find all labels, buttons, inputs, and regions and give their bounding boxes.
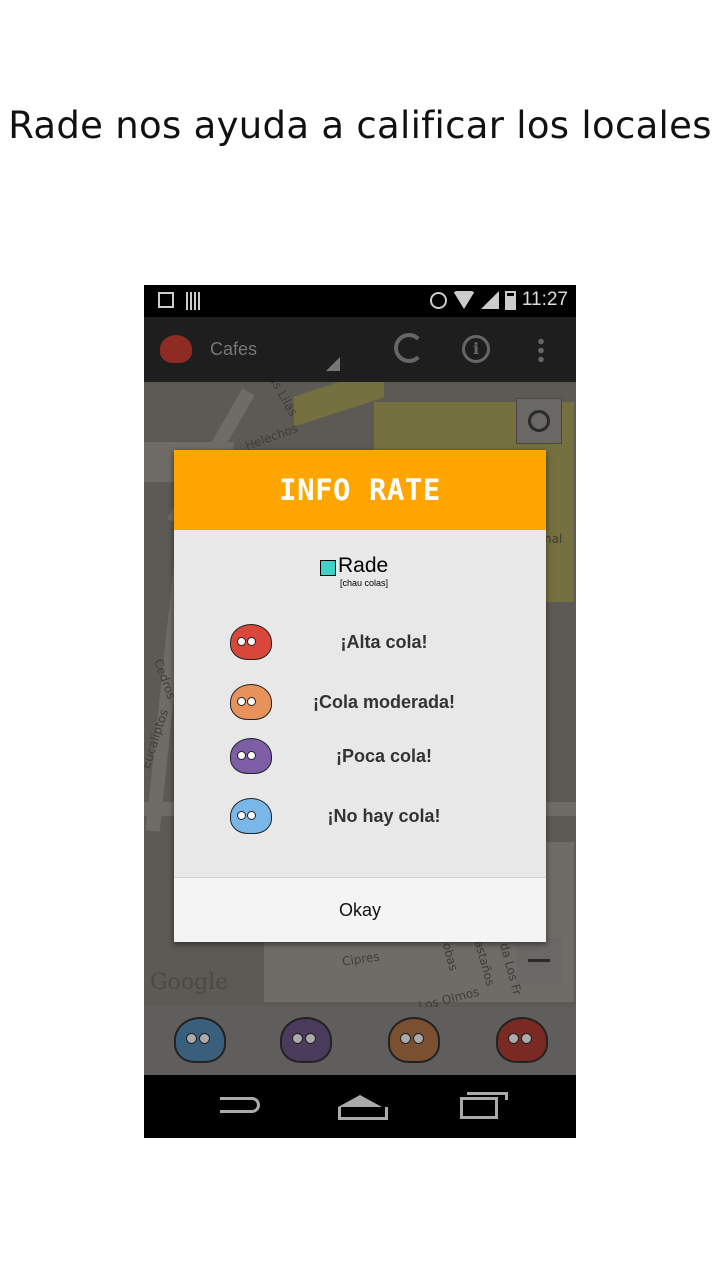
happy-blob-icon xyxy=(230,798,272,834)
legend-item: ¡Poca cola! xyxy=(174,738,546,778)
recents-icon[interactable] xyxy=(460,1092,508,1119)
back-icon[interactable] xyxy=(220,1097,260,1113)
my-location-button[interactable] xyxy=(516,398,562,444)
spinner-arrow-icon[interactable] xyxy=(326,357,340,371)
caption-text: Rade nos ayuda a calificar los locales xyxy=(8,104,712,147)
barcode-icon xyxy=(186,292,200,310)
signal-icon xyxy=(480,291,499,309)
legend-item: ¡Cola moderada! xyxy=(174,684,546,724)
dialog-title: INFO RATE xyxy=(174,450,546,530)
legend-label: ¡Cola moderada! xyxy=(312,692,456,712)
map-label: Helechos xyxy=(243,421,300,453)
wifi-icon xyxy=(452,291,475,309)
brand-name: Rade xyxy=(338,554,389,577)
sleepy-blob-icon xyxy=(230,738,272,774)
status-time: 11:27 xyxy=(521,289,568,310)
legend-label: ¡No hay cola! xyxy=(327,806,441,826)
legend-label: ¡Poca cola! xyxy=(335,746,433,766)
legend-item: ¡Alta cola! xyxy=(174,624,546,664)
overflow-menu-icon[interactable] xyxy=(538,337,544,363)
filter-moderate-queue-button[interactable] xyxy=(388,1017,440,1063)
google-watermark: Google xyxy=(150,970,229,995)
navigation-bar xyxy=(144,1075,576,1138)
okay-button[interactable]: Okay xyxy=(174,878,546,943)
filter-no-queue-button[interactable] xyxy=(174,1017,226,1063)
brand-square-icon xyxy=(320,560,336,576)
filter-high-queue-button[interactable] xyxy=(496,1017,548,1063)
zoom-out-button[interactable] xyxy=(516,938,562,984)
category-spinner-label[interactable]: Cafes xyxy=(210,339,257,360)
battery-icon xyxy=(504,290,516,310)
filter-little-queue-button[interactable] xyxy=(280,1017,332,1063)
alarm-icon xyxy=(429,291,447,309)
minus-icon xyxy=(528,959,550,962)
rade-logo-icon[interactable] xyxy=(160,335,192,363)
action-bar: Cafes i xyxy=(144,317,576,382)
info-icon[interactable]: i xyxy=(462,335,490,363)
crosshair-icon xyxy=(528,410,550,432)
brand-tagline: [chau colas] xyxy=(340,578,389,588)
legend-item: ¡No hay cola! xyxy=(174,798,546,838)
dialog-footer: Okay xyxy=(174,877,546,942)
phone-screen: 11:27 Cafes i Las Lilas Helechos Cipres … xyxy=(144,285,576,1138)
refresh-icon[interactable] xyxy=(394,333,424,363)
annoyed-blob-icon xyxy=(230,684,272,720)
legend-label: ¡Alta cola! xyxy=(340,632,428,652)
home-icon[interactable] xyxy=(338,1095,388,1120)
angry-blob-icon xyxy=(230,624,272,660)
map-label: nal xyxy=(544,532,563,546)
info-rate-dialog: INFO RATE Rade [chau colas] ¡Alta cola! … xyxy=(174,450,546,942)
status-bar: 11:27 xyxy=(144,285,576,317)
filter-bar xyxy=(144,1007,576,1075)
image-icon xyxy=(158,292,174,308)
